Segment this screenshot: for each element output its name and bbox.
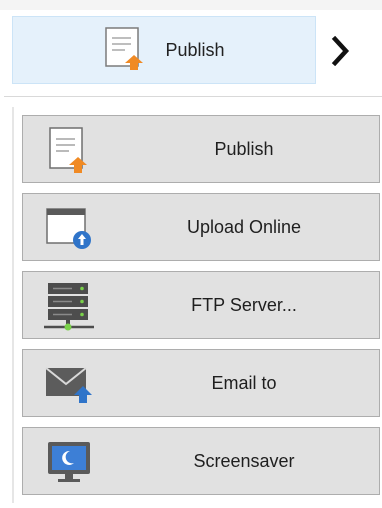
menu-left-rail — [12, 107, 14, 503]
menu-item-ftp-server[interactable]: FTP Server... — [22, 271, 380, 339]
publish-tab-content: Publish — [103, 25, 225, 76]
publish-menu-panel: Publish Upload Online FTP Server... Emai… — [4, 96, 382, 506]
screensaver-icon — [41, 436, 97, 488]
menu-item-label: Screensaver — [193, 450, 295, 471]
menu-item-label: Upload Online — [186, 216, 302, 237]
publish-document-icon — [41, 124, 97, 176]
menu-item-screensaver[interactable]: Screensaver — [22, 427, 380, 495]
publish-document-icon — [103, 25, 147, 76]
menu-item-publish[interactable]: Publish — [22, 115, 380, 183]
menu-item-email-to[interactable]: Email to — [22, 349, 380, 417]
publish-tab-label: Publish — [165, 39, 225, 60]
publish-tab[interactable]: Publish — [12, 16, 316, 84]
chevron-right-icon[interactable] — [330, 35, 352, 67]
menu-item-label: Email to — [211, 372, 277, 393]
email-icon — [41, 358, 97, 410]
top-strip — [0, 0, 382, 10]
menu-item-label: Publish — [214, 138, 274, 159]
menu-item-upload-online[interactable]: Upload Online — [22, 193, 380, 261]
upload-online-icon — [41, 202, 97, 254]
menu-item-label: FTP Server... — [191, 294, 297, 315]
ftp-server-icon — [41, 280, 97, 332]
